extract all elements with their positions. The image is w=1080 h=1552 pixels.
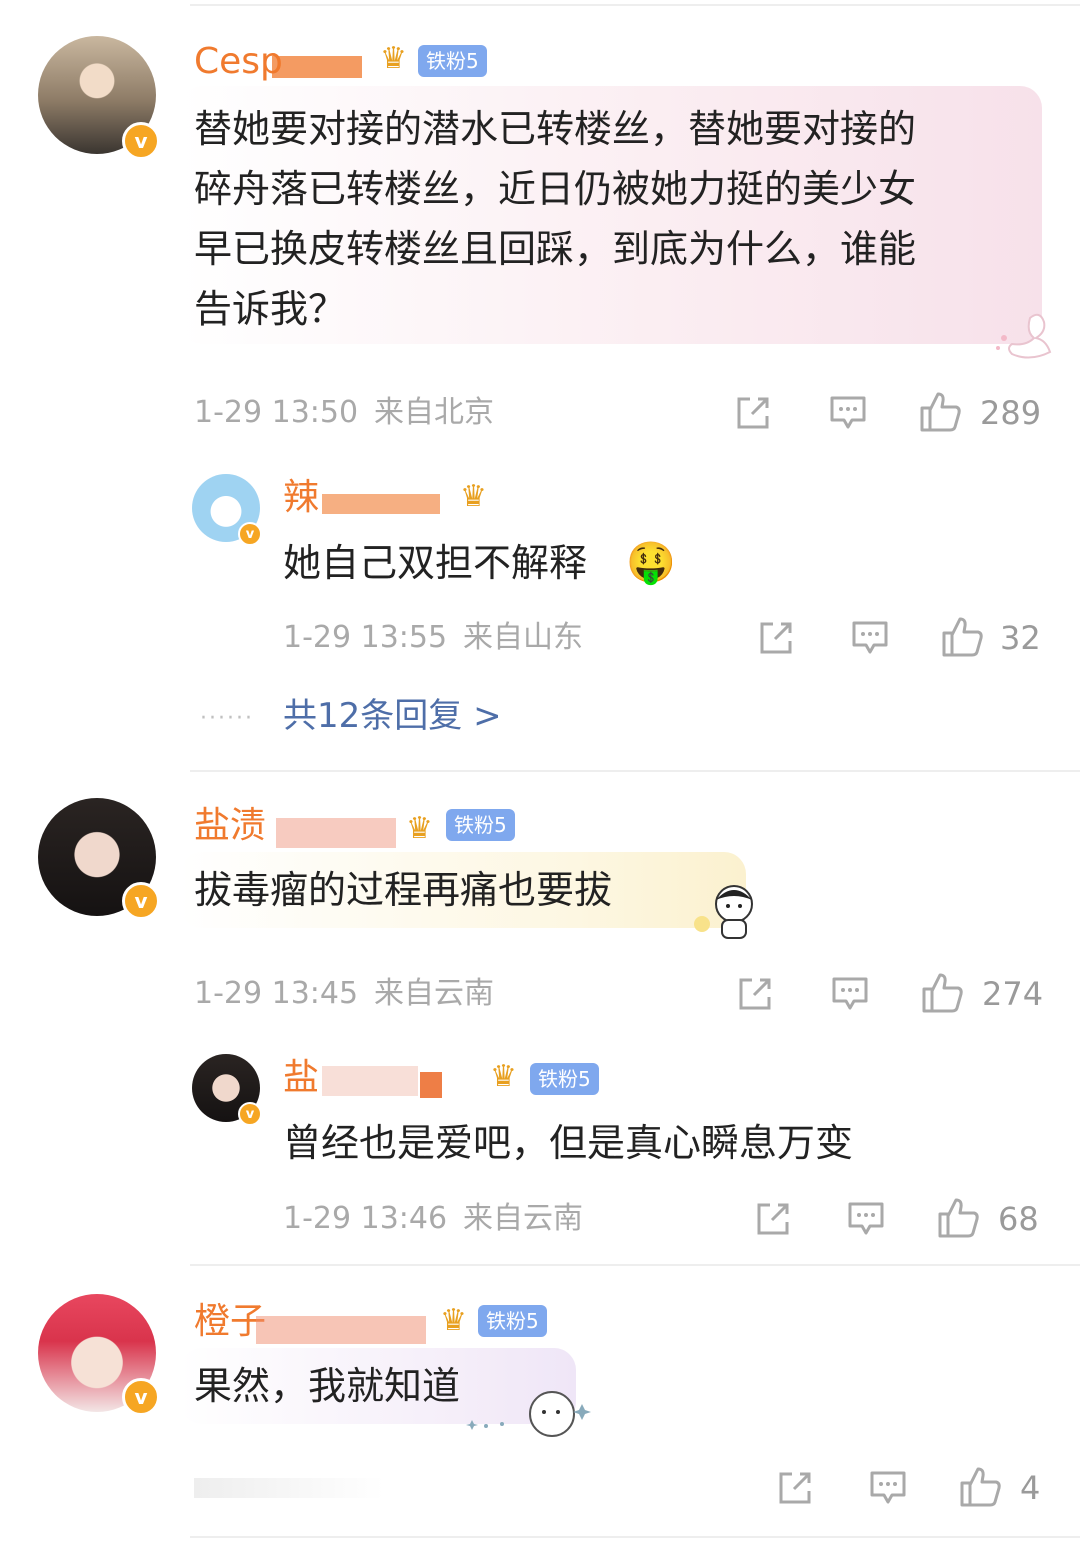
comment-icon[interactable] — [850, 619, 890, 657]
comment-text-line-4: 告诉我？ — [194, 287, 347, 331]
reply-location: 来自云南 — [463, 1201, 583, 1236]
like-icon[interactable] — [958, 1465, 1004, 1509]
redacted-name — [272, 56, 362, 78]
username[interactable]: 盐渍 — [194, 804, 266, 848]
more-replies-link[interactable]: 共12条回复 > — [283, 694, 502, 738]
avatar[interactable]: v — [38, 36, 160, 160]
swan-sticker-icon — [996, 313, 1052, 359]
crown-icon: ♛ — [440, 1303, 467, 1338]
reply-like-count: 32 — [1000, 619, 1041, 657]
like-icon[interactable] — [940, 615, 986, 659]
verified-icon: v — [122, 882, 160, 920]
reply-avatar[interactable]: v — [192, 1054, 262, 1126]
like-icon[interactable] — [920, 971, 966, 1015]
bear-sticker-icon — [466, 1391, 591, 1437]
comment-divider — [190, 770, 1080, 772]
reply-text: 曾经也是爱吧，但是真心瞬息万变 — [283, 1121, 854, 1165]
fan-badge[interactable]: 铁粉5 — [530, 1063, 599, 1095]
comment-time: 1-29 13:45 — [194, 976, 359, 1011]
comment-icon[interactable] — [828, 394, 868, 432]
comment-location: 来自云南 — [374, 976, 494, 1011]
comment-icon[interactable] — [868, 1469, 908, 1507]
emoji-money-face-icon: 🤑 — [626, 540, 676, 586]
crown-icon: ♛ — [406, 811, 433, 846]
crown-icon: ♛ — [460, 479, 487, 514]
comment-text: 拔毒瘤的过程再痛也要拔 — [194, 868, 613, 912]
more-dots: ······ — [200, 706, 254, 731]
reply-username[interactable]: 盐 — [283, 1056, 319, 1100]
like-icon[interactable] — [918, 390, 964, 434]
share-icon[interactable] — [736, 975, 774, 1013]
reply-text: 她自己双担不解释 — [283, 541, 588, 585]
redacted-name — [322, 1066, 418, 1096]
verified-icon: v — [238, 522, 262, 546]
comment-icon[interactable] — [846, 1200, 886, 1238]
redacted-name — [322, 494, 440, 514]
bottom-divider — [190, 1536, 1080, 1538]
comment-divider — [190, 1264, 1080, 1266]
fan-badge[interactable]: 铁粉5 — [446, 809, 515, 841]
avatar[interactable]: v — [38, 798, 160, 920]
redacted-name — [256, 1316, 426, 1344]
comment-text-line-1: 替她要对接的潜水已转楼丝，替她要对接的 — [194, 107, 917, 151]
reply-time: 1-29 13:46 — [283, 1201, 448, 1236]
reply-avatar[interactable]: v — [192, 474, 262, 546]
share-icon[interactable] — [734, 394, 772, 432]
reply-username[interactable]: 辣 — [283, 476, 319, 520]
redacted-meta — [194, 1478, 384, 1498]
comment-time: 1-29 13:50 — [194, 395, 359, 430]
like-count: 4 — [1020, 1469, 1041, 1507]
redacted-name — [276, 818, 396, 848]
top-divider — [190, 4, 1080, 6]
reply-location: 来自山东 — [463, 620, 583, 655]
reply-time: 1-29 13:55 — [283, 620, 448, 655]
comment-text-line-2: 碎舟落已转楼丝，近日仍被她力挺的美少女 — [194, 167, 917, 211]
username[interactable]: Cesp — [194, 40, 283, 84]
like-icon[interactable] — [936, 1196, 982, 1240]
verified-icon: v — [238, 1102, 262, 1126]
reply-like-count: 68 — [998, 1200, 1039, 1238]
redacted-name — [420, 1072, 442, 1098]
fan-badge[interactable]: 铁粉5 — [418, 45, 487, 77]
like-count: 289 — [980, 394, 1042, 432]
crown-icon: ♛ — [380, 41, 407, 76]
share-icon[interactable] — [757, 619, 795, 657]
share-icon[interactable] — [776, 1469, 814, 1507]
like-count: 274 — [982, 975, 1044, 1013]
comment-text-line-3: 早已换皮转楼丝且回踩，到底为什么，谁能 — [194, 227, 917, 271]
verified-icon: v — [122, 1378, 160, 1416]
comment-icon[interactable] — [830, 975, 870, 1013]
verified-icon: v — [122, 122, 160, 160]
comment-text: 果然，我就知道 — [194, 1364, 461, 1408]
comment-location: 来自北京 — [374, 395, 494, 430]
crown-icon: ♛ — [490, 1059, 517, 1094]
fan-badge[interactable]: 铁粉5 — [478, 1305, 547, 1337]
avatar[interactable]: v — [38, 1294, 160, 1416]
share-icon[interactable] — [754, 1200, 792, 1238]
boy-sticker-icon — [694, 885, 753, 939]
